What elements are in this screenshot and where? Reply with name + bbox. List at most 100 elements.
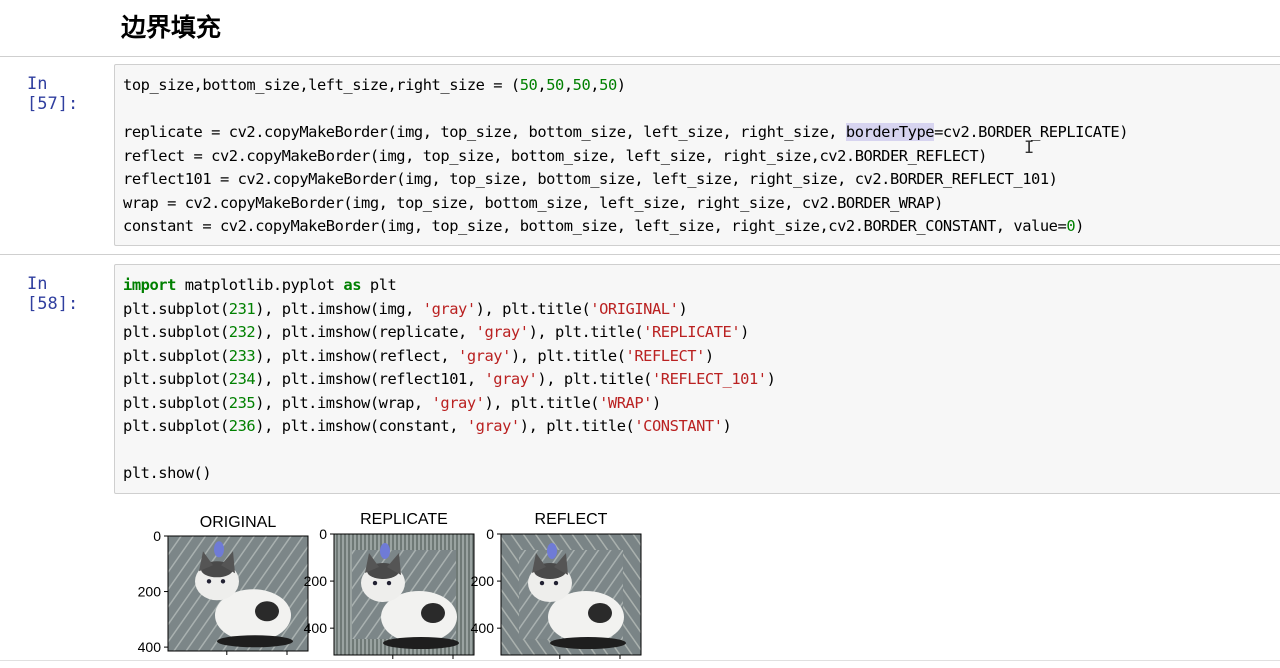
code-token: borderType [845,123,935,141]
code-token: 'WRAP' [599,393,652,412]
code-text[interactable]: import matplotlib.pyplot as plt plt.subpl… [123,274,776,486]
code-line: top_size,bottom_size,left_size,right_siz… [123,74,1128,98]
code-token: 50 [546,76,564,94]
cat-shadow [217,635,293,648]
code-line: reflect101 = cv2.copyMakeBorder(img, top… [123,168,1128,192]
y-tick-label: 0 [319,526,327,542]
flower [380,543,390,560]
y-tick-label: 0 [153,528,161,544]
code-line: wrap = cv2.copyMakeBorder(img, top_size,… [123,192,1128,216]
code-token: ) [616,76,626,94]
section-heading: 边界填充 [121,13,222,42]
code-token: as [343,276,362,294]
code-token: ), plt.imshow(wrap, [255,393,432,412]
code-token: 231 [228,299,256,318]
code-token: ), plt.title( [528,323,644,341]
code-token: ), plt.imshow(constant, [255,417,467,435]
text-cursor-icon: I [1024,138,1035,158]
cat-eye [372,580,378,586]
code-token: ) [766,370,776,388]
code-token: ), plt.title( [519,417,635,435]
code-cell-57[interactable]: In [57]: top_size,bottom_size,left_size,… [0,56,1280,256]
subplot-reflect: REFLECT 0 200 400 [471,511,642,659]
code-token: plt.subplot( [123,393,229,412]
code-token: ) [1075,217,1084,235]
code-token: 50 [599,76,617,94]
code-line: plt.subplot(232), plt.imshow(replicate, … [123,321,775,345]
y-tick-label: 400 [138,639,162,655]
code-line: replicate = cv2.copyMakeBorder(img, top_… [123,121,1128,145]
subplot-title: REFLECT [535,511,608,528]
cat-eye [206,579,212,584]
code-token: 'gray' [475,323,529,341]
code-line: plt.subplot(231), plt.imshow(img, 'gray'… [123,298,775,322]
flower [547,543,557,560]
code-token: 'REFLECT' [625,346,706,365]
code-token: , [537,76,547,94]
y-tick-label: 200 [304,573,328,589]
code-token: ), plt.imshow(img, [255,299,423,318]
code-cell-58[interactable]: In [58]: import matplotlib.pyplot as plt… [0,256,1280,496]
code-editor[interactable]: top_size,bottom_size,left_size,right_siz… [114,64,1280,246]
code-token: 'gray' [422,299,476,318]
page-bottom-edge [0,660,1280,661]
code-token: ) [652,393,661,412]
flower [214,541,224,558]
subplot-title: REPLICATE [360,511,448,528]
code-text[interactable]: top_size,bottom_size,left_size,right_siz… [123,74,1128,239]
code-token: top_size,bottom_size,left_size,right_siz… [123,76,520,94]
code-line: reflect = cv2.copyMakeBorder(img, top_si… [123,145,1128,169]
cat-eye [539,580,545,586]
code-token: 'REPLICATE' [643,323,741,341]
code-token: 'ORIGINAL' [590,299,679,318]
code-token: ) [678,299,688,318]
code-token: 'gray' [466,417,520,435]
cell-divider [0,254,1280,255]
subplot-figure: ORIGINAL 0 200 400 REPLICATE 0 200 400 REFLECT 0 2… [138,511,642,659]
code-token: 'REFLECT_101' [651,370,767,388]
code-token: 50 [519,76,538,94]
code-line: plt.subplot(234), plt.imshow(reflect101,… [123,368,776,392]
code-line: plt.subplot(236), plt.imshow(constant, '… [123,415,775,439]
code-token: 235 [228,393,256,412]
code-line: import matplotlib.pyplot as plt [123,274,775,298]
code-token: wrap = cv2.copyMakeBorder(img, top_size,… [123,193,943,212]
code-token: ), plt.imshow(replicate, [255,323,476,341]
code-token: 0 [1066,217,1076,235]
code-token: , [590,76,600,94]
cat-spot [255,601,279,622]
code-token: 232 [228,323,256,341]
code-editor[interactable]: import matplotlib.pyplot as plt plt.subpl… [114,264,1280,494]
code-token: plt.subplot( [123,370,229,388]
subplot-title: ORIGINAL [200,514,277,531]
code-token: plt.subplot( [123,299,229,318]
cat-eye [553,580,559,586]
code-token: 233 [228,346,256,365]
y-tick-label: 200 [138,584,162,600]
code-token: ) [722,417,732,435]
code-token: 50 [572,76,591,94]
code-token: replicate = cv2.copyMakeBorder(img, top_… [123,123,846,141]
code-token: ), plt.title( [475,299,591,318]
code-token: ), plt.title( [484,393,600,412]
code-token: 'gray' [458,346,511,365]
code-token: 'CONSTANT' [634,417,723,435]
input-prompt: In [57]: [27,74,79,114]
code-line: plt.show() [123,462,775,486]
code-token: constant = cv2.copyMakeBorder(img, top_s… [123,217,1067,235]
cat-spot [588,603,612,624]
code-token: 'gray' [484,370,538,388]
code-token: import [123,276,176,294]
code-token: plt.subplot( [123,323,229,341]
code-token: , [563,76,573,94]
code-token: plt.subplot( [123,417,229,435]
markdown-heading-cell[interactable]: 边界填充 [0,0,1280,57]
code-token: reflect = cv2.copyMakeBorder(img, top_si… [123,146,987,165]
code-token: ), plt.imshow(reflect101, [255,370,485,388]
code-token: 234 [228,370,256,388]
code-token: 236 [228,417,256,435]
y-tick-label: 400 [304,620,328,636]
cat-eye [386,580,392,586]
